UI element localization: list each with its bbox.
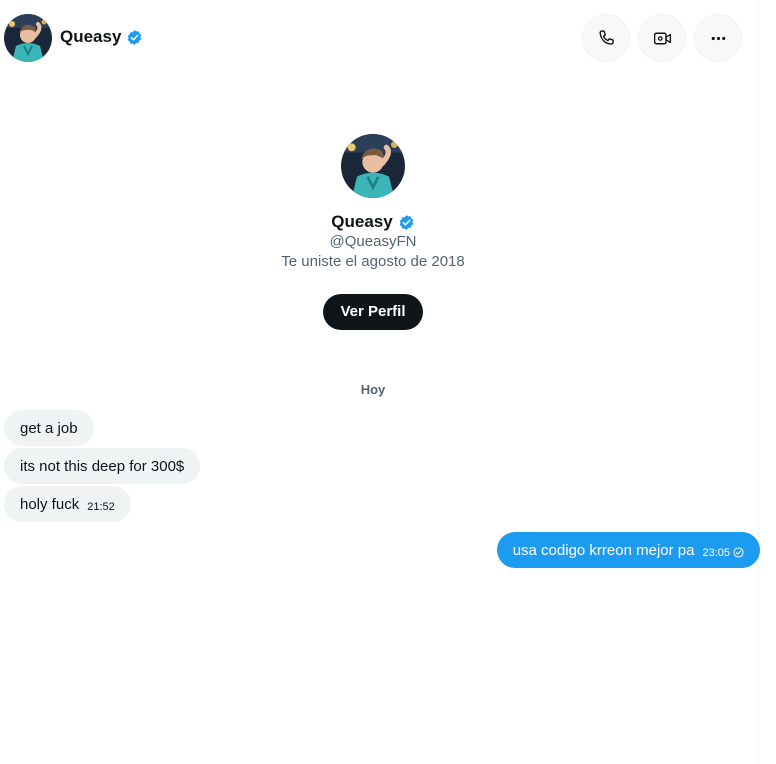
day-divider: Hoy	[360, 382, 386, 397]
message-text: get a job	[20, 419, 78, 437]
message-bubble-incoming[interactable]: its not this deep for 300$	[4, 448, 201, 484]
more-icon	[711, 36, 725, 40]
profile-name: Queasy	[0, 212, 746, 232]
view-profile-button[interactable]: Ver Perfil	[323, 294, 423, 330]
verified-badge-icon	[128, 29, 142, 45]
avatar[interactable]	[4, 14, 52, 62]
conversation-header: Queasy	[0, 0, 758, 76]
verified-badge-icon	[399, 214, 413, 230]
phone-icon	[598, 29, 614, 45]
profile-handle: @QueasyFN	[329, 233, 417, 250]
profile-avatar[interactable]	[341, 134, 405, 198]
profile-summary: Queasy @QueasyFN Te uniste el agosto de …	[0, 130, 746, 330]
profile-joined-date: Te uniste el agosto de 2018	[281, 253, 465, 270]
panel-divider	[758, 0, 759, 764]
sent-check-icon	[733, 547, 744, 558]
more-options-button[interactable]	[694, 14, 742, 62]
message-timestamp: 21:52	[87, 500, 115, 513]
contact-name: Queasy	[60, 27, 122, 46]
call-button[interactable]	[582, 14, 630, 62]
message-text: usa codigo krreon mejor pa	[512, 541, 695, 559]
message-bubble-incoming[interactable]: holy fuck 21:52	[4, 486, 131, 522]
profile-display-name: Queasy	[331, 212, 393, 231]
message-bubble-outgoing[interactable]: usa codigo krreon mejor pa 23:05	[496, 532, 760, 568]
conversation-title[interactable]: Queasy	[60, 27, 143, 47]
message-timestamp: 23:05	[702, 546, 730, 559]
message-meta: 23:05	[702, 547, 744, 559]
video-icon	[653, 32, 671, 44]
message-bubble-incoming[interactable]: get a job	[4, 410, 94, 446]
message-text: its not this deep for 300$	[20, 457, 185, 475]
message-text: holy fuck	[20, 495, 80, 513]
video-call-button[interactable]	[638, 14, 686, 62]
